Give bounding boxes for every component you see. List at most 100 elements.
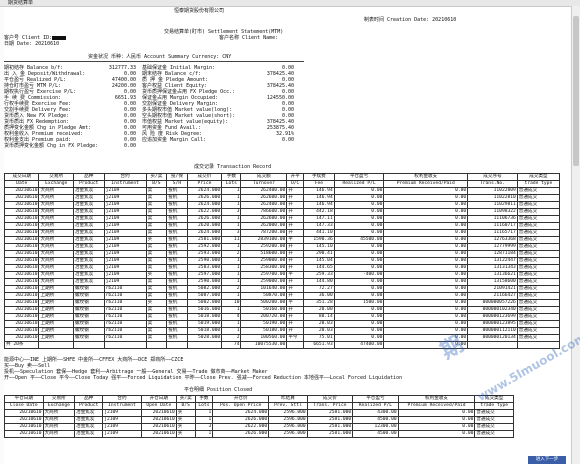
table-cell: 投机: [166, 208, 188, 216]
table-cell: 0.00: [333, 243, 385, 251]
column-header-en: Date: [3, 180, 40, 188]
column-header-en: Product: [74, 402, 104, 410]
table-cell: 大商所: [38, 243, 74, 251]
table-cell: 80.14: [303, 313, 335, 321]
table-cell: 卖: [145, 327, 168, 335]
table-cell: 262600.00: [240, 215, 288, 223]
column-header-en: Turnover: [240, 180, 288, 188]
table-cell: 冶金焦炭: [72, 271, 105, 279]
table-cell: 普通成交: [516, 243, 561, 251]
table-cell: rb2110: [103, 292, 147, 300]
table-cell: 0.00: [397, 409, 476, 417]
table-cell: 20210610: [3, 194, 40, 202]
table-cell: 买: [145, 236, 168, 244]
divider: [4, 61, 304, 62]
table-cell: 2624.000: [186, 187, 223, 195]
table-cell: 1: [221, 187, 242, 195]
table-cell: 72.27: [303, 285, 335, 293]
table-cell: 投机: [166, 271, 188, 279]
column-header-en: O/C: [286, 180, 305, 188]
table-cell: 20210610: [140, 423, 177, 431]
table-cell: 5019.000: [186, 320, 223, 328]
table-cell: 投机: [166, 215, 188, 223]
column-header-en: Fee: [303, 180, 335, 188]
table-cell: 146.94: [303, 201, 335, 209]
scrollbar-thumb[interactable]: [573, 16, 579, 166]
table-cell: 36.00: [303, 292, 335, 300]
table-cell: 000000120134: [467, 334, 518, 342]
table-cell: 12763368: [467, 236, 518, 244]
legend-line: 开——Open 平——Close 平今——Close Today 强平——For…: [4, 375, 403, 381]
table-cell: 2581.000: [186, 236, 223, 244]
total-cell: [38, 341, 74, 349]
table-cell: 0.00: [333, 278, 385, 286]
header-row: 成交日期 交易所 品种 合约 买/卖 投/保 成交价 手数 成交额 开平 手续费 平仓盈亏 权利金收支成…: [3, 173, 561, 181]
column-header: 买/卖: [145, 173, 168, 181]
table-cell: 146.94: [303, 187, 335, 195]
vertical-scrollbar[interactable]: [571, 6, 580, 464]
column-header: 平仓盈亏: [352, 395, 399, 403]
total-cell: [72, 341, 105, 349]
column-header-en: Instrument: [103, 180, 147, 188]
column-header: 成交价: [186, 173, 223, 181]
table-cell: 0.00: [333, 334, 385, 342]
table-cell: 卖: [145, 285, 168, 293]
table-cell: 卖: [145, 215, 168, 223]
table-row: 20210610 上期所 螺纹钢 rb2110 卖投机 5019.000 1 50190.00…: [3, 320, 561, 328]
summary-label: 应追加资金 Margin Call:: [142, 137, 207, 143]
table-cell: 投机: [166, 222, 188, 230]
table-cell: 开: [286, 306, 305, 314]
table-cell: 上期所: [38, 313, 74, 321]
table-cell: 冶金焦炭: [72, 229, 105, 237]
table-row: 20210610 上期所 螺纹钢 rb2110 卖投机 5018.000 1 50180.00…: [3, 327, 561, 335]
table-cell: 1: [221, 257, 242, 265]
table-cell: 2596.000: [268, 423, 308, 431]
table-cell: 卖: [145, 278, 168, 286]
table-cell: 投机: [166, 243, 188, 251]
table-cell: 大商所: [38, 194, 74, 202]
column-header: 手数: [194, 395, 214, 403]
table-cell: j2109: [103, 250, 147, 258]
table-cell: 20210610: [3, 320, 40, 328]
company-name: 恒泰期货股份有限公司: [174, 8, 225, 14]
table-cell: 787200.00: [240, 229, 288, 237]
column-header: 交易所: [42, 395, 76, 403]
column-header-en: Open Date: [140, 402, 177, 410]
column-header: 成交序号: [467, 173, 518, 181]
table-cell: 0.00: [333, 194, 385, 202]
table-cell: 2839100.00: [240, 236, 288, 244]
table-cell: 2583.000: [186, 264, 223, 272]
table-cell: 冶金焦炭: [74, 430, 104, 438]
table-cell: 000000123699: [467, 313, 518, 321]
table-cell: 普通成交: [516, 313, 561, 321]
total-cell: 10075530.00: [240, 341, 288, 349]
table-cell: 投机: [166, 187, 188, 195]
table-cell: 000000112110: [467, 327, 518, 335]
column-header: 买/卖: [175, 395, 196, 403]
table-cell: 大商所: [42, 430, 76, 438]
total-cell: [286, 341, 305, 349]
table-cell: 冶金焦炭: [72, 215, 105, 223]
table-cell: 0.00: [383, 299, 469, 307]
table-cell: 2626.000: [186, 215, 223, 223]
creation-date: 制表时间 Creation Date: 20210610: [364, 17, 457, 23]
table-cell: 1: [221, 194, 242, 202]
table-cell: 买: [145, 299, 168, 307]
table-cell: 冶金焦炭: [72, 222, 105, 230]
table-cell: 0.00: [383, 187, 469, 195]
table-cell: 冶金焦炭: [72, 243, 105, 251]
table-cell: 0.00: [383, 222, 469, 230]
table-cell: 1: [221, 243, 242, 251]
table-cell: 投机: [166, 264, 188, 272]
column-header-en: Exchange: [42, 402, 76, 410]
table-cell: 开: [286, 215, 305, 223]
table-cell: 大商所: [42, 416, 76, 424]
client-name-label: 客户名称 Client Name:: [219, 35, 279, 41]
table-cell: 518600.00: [240, 250, 288, 258]
table-cell: 投机: [166, 313, 188, 321]
next-step-button[interactable]: 进入下一步: [528, 456, 566, 464]
table-cell: 2581.000: [306, 416, 354, 424]
table-cell: 买: [145, 271, 168, 279]
column-header: 成交额: [240, 173, 288, 181]
table-cell: 螺纹钢: [72, 306, 105, 314]
